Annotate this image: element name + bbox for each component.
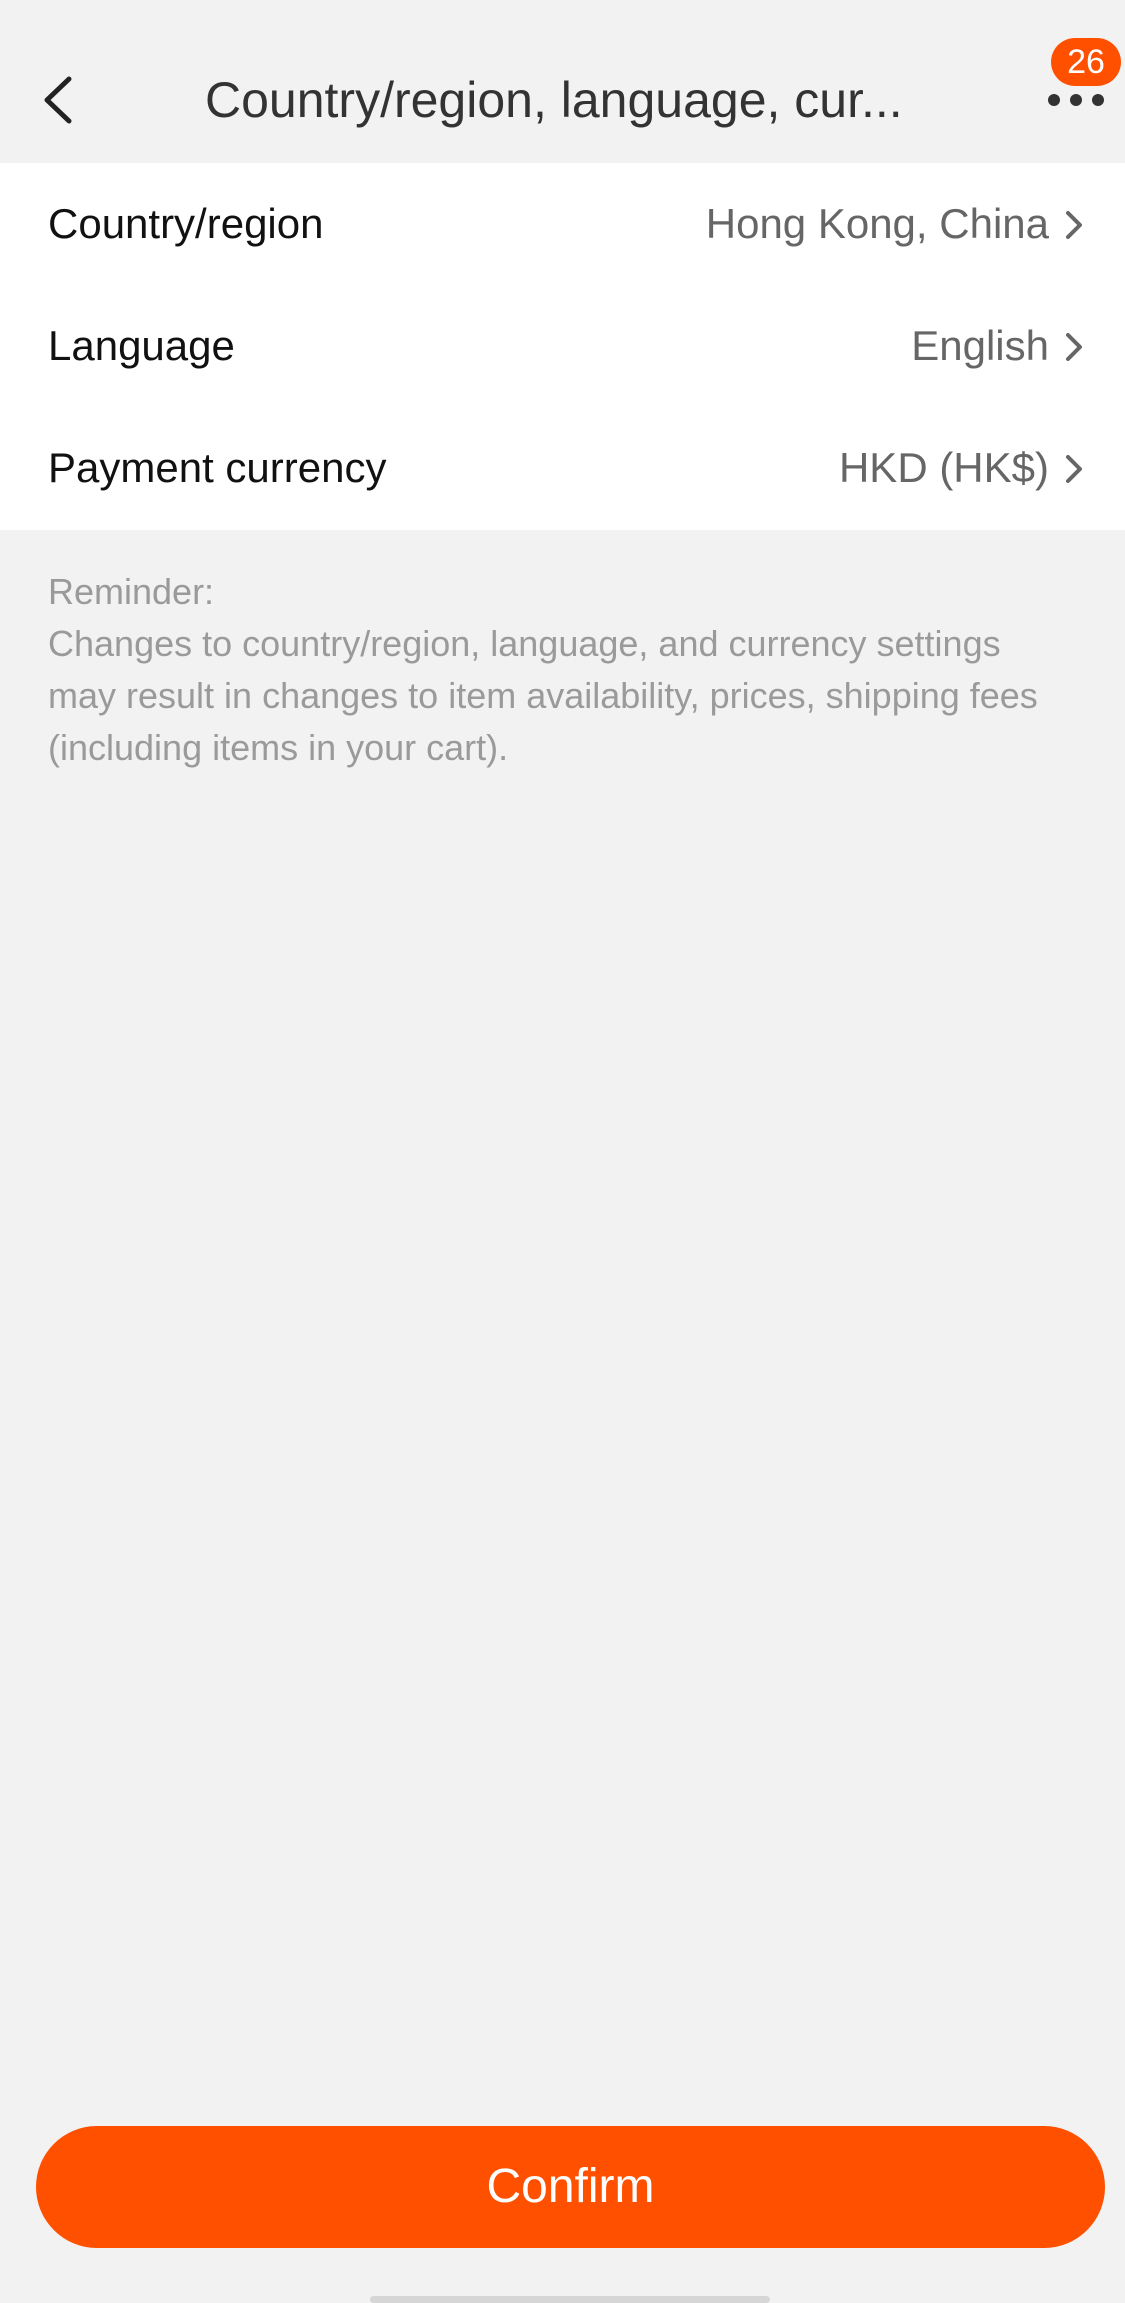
row-value: HKD (HK$) bbox=[838, 444, 1049, 491]
chevron-right-icon bbox=[1066, 455, 1082, 483]
row-value: English bbox=[911, 322, 1049, 369]
confirm-button[interactable]: Confirm bbox=[36, 2126, 1105, 2248]
country-region-row[interactable]: Country/region Hong Kong, China bbox=[0, 163, 1125, 285]
payment-currency-row[interactable]: Payment currency HKD (HK$) bbox=[0, 407, 1125, 529]
reminder-heading: Reminder: bbox=[48, 571, 215, 612]
row-value: Hong Kong, China bbox=[705, 200, 1049, 247]
chevron-right-icon bbox=[1066, 211, 1082, 239]
chevron-right-icon bbox=[1066, 333, 1082, 361]
language-row[interactable]: Language English bbox=[0, 285, 1125, 407]
more-dots-icon bbox=[1048, 94, 1104, 106]
settings-list: Country/region Hong Kong, China Language… bbox=[0, 163, 1125, 530]
top-bar: Country/region, language, cur... 26 bbox=[0, 0, 1125, 163]
more-button[interactable] bbox=[1040, 80, 1110, 120]
row-label: Country/region bbox=[48, 200, 324, 247]
chevron-left-icon bbox=[44, 76, 72, 124]
notification-badge: 26 bbox=[1051, 38, 1121, 86]
row-label: Language bbox=[48, 322, 235, 369]
back-button[interactable] bbox=[28, 64, 88, 136]
reminder-body: Changes to country/region, language, and… bbox=[48, 623, 1038, 768]
page-title: Country/region, language, cur... bbox=[205, 72, 903, 128]
reminder-note: Reminder: Changes to country/region, lan… bbox=[48, 566, 1078, 774]
home-indicator bbox=[370, 2296, 770, 2303]
row-label: Payment currency bbox=[48, 444, 387, 491]
